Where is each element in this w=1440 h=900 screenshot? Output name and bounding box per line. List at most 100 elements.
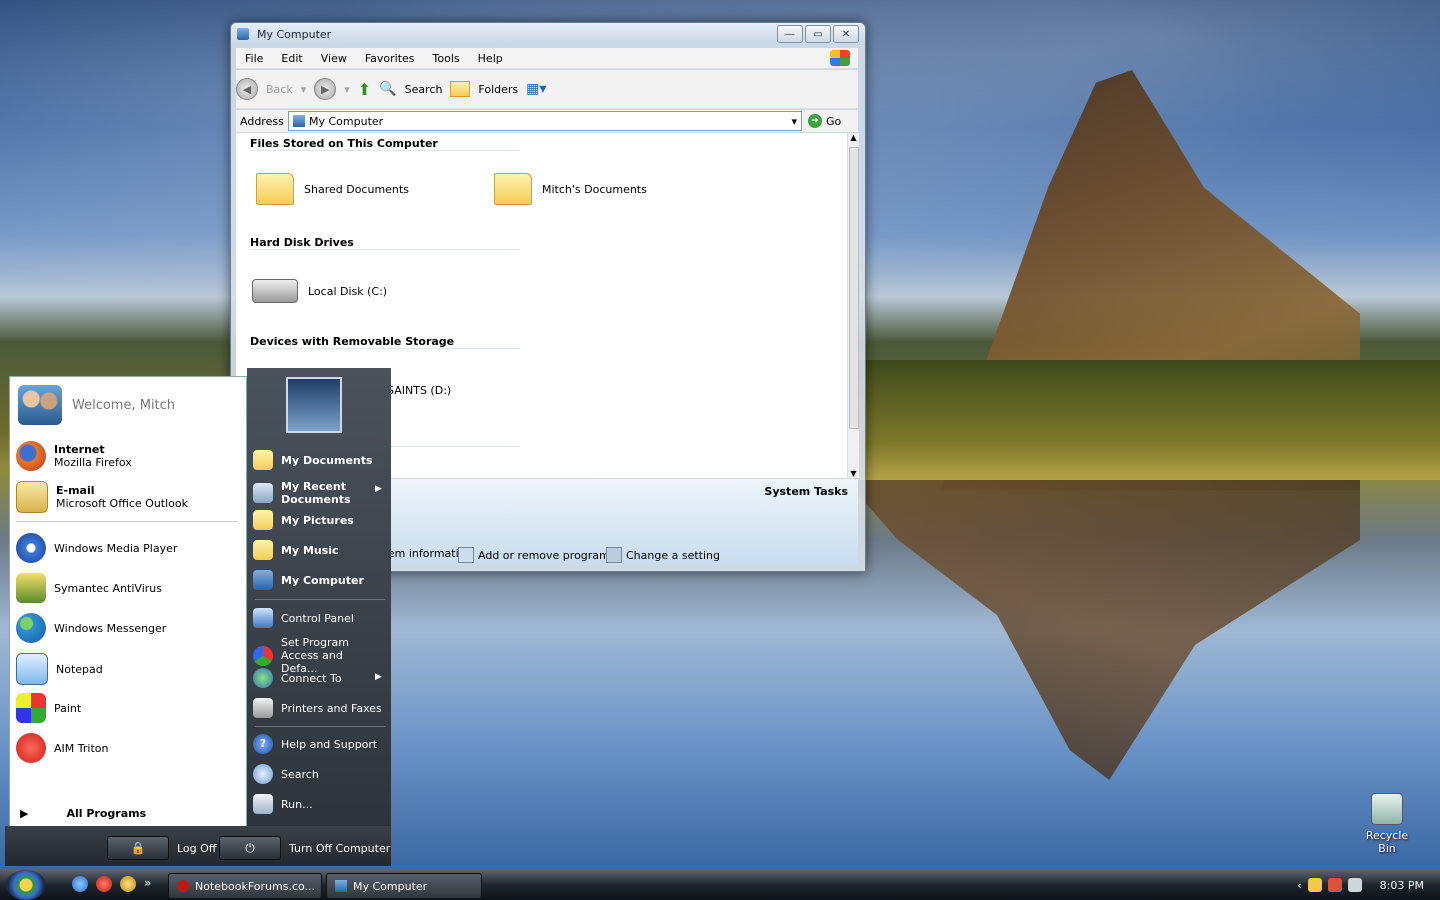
change-setting-link[interactable]: Change a setting — [606, 547, 720, 563]
right-search[interactable]: Search — [253, 764, 319, 784]
tray-expand-icon[interactable]: ‹ — [1297, 879, 1301, 892]
all-programs-button[interactable]: ▶ All Programs — [20, 807, 146, 820]
right-my-computer[interactable]: My Computer — [253, 570, 364, 590]
user-avatar[interactable] — [286, 377, 342, 433]
all-programs-label: All Programs — [66, 807, 147, 820]
menu-file[interactable]: File — [236, 52, 272, 65]
menu-tools[interactable]: Tools — [424, 52, 469, 65]
section-files: Files Stored on This Computer — [250, 137, 520, 151]
clock[interactable]: 8:03 PM — [1380, 879, 1424, 892]
hard-disk-icon — [252, 279, 298, 303]
shared-documents-label: Shared Documents — [304, 182, 409, 196]
right-control-panel[interactable]: Control Panel — [253, 608, 354, 628]
right-my-music[interactable]: My Music — [253, 540, 339, 560]
right-item-label: Help and Support — [281, 737, 378, 751]
menu-edit[interactable]: Edit — [272, 52, 311, 65]
scroll-down-icon[interactable]: ▼ — [848, 469, 859, 478]
pinned-title: Internet — [54, 443, 105, 456]
right-item-label: My Pictures — [281, 513, 354, 527]
ie-icon[interactable] — [72, 876, 88, 892]
right-run[interactable]: Run... — [253, 794, 313, 814]
turn-off-label: Turn Off Computer — [289, 841, 391, 855]
mitchs-documents[interactable]: Mitch's Documents — [494, 173, 647, 205]
my-computer-icon — [253, 570, 273, 590]
help-icon: ? — [253, 734, 273, 754]
back-arrow-icon[interactable]: ◀ — [236, 78, 258, 100]
right-recent-documents[interactable]: My Recent Documents ▶ — [253, 480, 393, 506]
forward-dropdown-icon[interactable]: ▾ — [344, 83, 350, 96]
menu-favorites[interactable]: Favorites — [356, 52, 424, 65]
recycle-bin[interactable]: Recycle Bin — [1357, 793, 1417, 855]
my-music-icon — [253, 540, 273, 560]
folders-icon[interactable] — [450, 81, 471, 97]
up-folder-icon[interactable]: ⬆ — [358, 80, 371, 99]
folders-button[interactable]: Folders — [478, 83, 518, 96]
turn-off-button[interactable]: ⏻ Turn Off Computer — [219, 836, 390, 860]
search-icon — [253, 764, 273, 784]
recent-aim[interactable]: AIM Triton — [16, 733, 108, 763]
menu-help[interactable]: Help — [469, 52, 512, 65]
quicklaunch-chevron[interactable]: » — [144, 876, 151, 892]
add-remove-label: Add or remove programs — [478, 548, 616, 562]
menu-view[interactable]: View — [312, 52, 356, 65]
address-dropdown-icon[interactable]: ▾ — [791, 115, 801, 128]
menu-bar: File Edit View Favorites Tools Help — [236, 48, 858, 69]
start-button[interactable] — [6, 870, 46, 900]
scroll-up-icon[interactable]: ▲ — [848, 133, 859, 142]
views-icon[interactable]: ▦▾ — [526, 81, 546, 97]
opera-icon[interactable] — [96, 876, 112, 892]
recent-notepad[interactable]: Notepad — [16, 653, 103, 685]
right-item-label: Search — [281, 767, 319, 781]
right-help-support[interactable]: ? Help and Support — [253, 734, 377, 754]
minimize-button[interactable]: — — [777, 25, 803, 43]
window-title: My Computer — [257, 27, 332, 41]
go-button[interactable]: ➜ Go — [802, 114, 858, 128]
right-item-label: My Documents — [281, 453, 373, 467]
pinned-internet[interactable]: Internet Mozilla Firefox — [16, 441, 132, 471]
window-titlebar[interactable]: My Computer — ▭ ✕ — [231, 23, 865, 45]
log-off-button[interactable]: 🔒 Log Off — [107, 836, 216, 860]
recycle-bin-label: Recycle Bin — [1365, 829, 1409, 855]
search-icon[interactable]: 🔍 — [379, 81, 396, 97]
address-field[interactable]: My Computer ▾ — [288, 111, 802, 131]
add-remove-programs-link[interactable]: Add or remove programs — [458, 547, 616, 563]
start-menu: Welcome, Mitch Internet Mozilla Firefox E… — [5, 368, 391, 866]
recent-label: Paint — [54, 701, 82, 715]
right-my-documents[interactable]: My Documents — [253, 450, 373, 470]
right-item-label: Connect To — [281, 671, 342, 685]
monitor-icon[interactable] — [1347, 878, 1362, 892]
taskbar-button-my-computer[interactable]: My Computer — [326, 873, 482, 899]
start-right-pane — [247, 368, 391, 826]
submenu-arrow-icon: ▶ — [375, 672, 382, 682]
recent-paint[interactable]: Paint — [16, 693, 81, 723]
shared-documents[interactable]: Shared Documents — [256, 173, 409, 205]
scroll-thumb[interactable] — [849, 147, 859, 429]
right-connect-to[interactable]: Connect To ▶ — [253, 668, 393, 688]
back-button[interactable]: Back — [266, 83, 293, 96]
right-my-pictures[interactable]: My Pictures — [253, 510, 354, 530]
forward-arrow-icon[interactable]: ▶ — [314, 78, 337, 100]
local-disk-c[interactable]: Local Disk (C:) — [252, 279, 387, 303]
antivirus-icon — [16, 573, 46, 603]
program-access-icon — [253, 645, 273, 666]
security-icon[interactable] — [1327, 878, 1342, 892]
maximize-button[interactable]: ▭ — [805, 25, 831, 43]
recent-symantec[interactable]: Symantec AntiVirus — [16, 573, 162, 603]
close-button[interactable]: ✕ — [833, 25, 859, 43]
recent-wmp[interactable]: Windows Media Player — [16, 533, 177, 563]
network-icon[interactable] — [1307, 878, 1322, 892]
taskbar-button-label: My Computer — [353, 879, 428, 893]
taskbar-button-notebookforums[interactable]: NotebookForums.co... — [168, 873, 322, 899]
programs-icon — [458, 547, 474, 563]
pinned-email[interactable]: E-mail Microsoft Office Outlook — [16, 481, 188, 513]
vertical-scrollbar[interactable]: ▲ ▼ — [847, 133, 859, 478]
back-dropdown-icon[interactable]: ▾ — [301, 83, 307, 96]
media-icon[interactable] — [120, 876, 136, 892]
taskbar: » NotebookForums.co... My Computer ‹ 8:0… — [0, 870, 1440, 900]
search-button[interactable]: Search — [405, 83, 443, 96]
recent-messenger[interactable]: Windows Messenger — [16, 613, 166, 643]
firefox-icon — [16, 441, 46, 471]
control-panel-icon — [253, 608, 273, 628]
right-divider — [255, 726, 385, 727]
right-printers-faxes[interactable]: Printers and Faxes — [253, 698, 382, 718]
